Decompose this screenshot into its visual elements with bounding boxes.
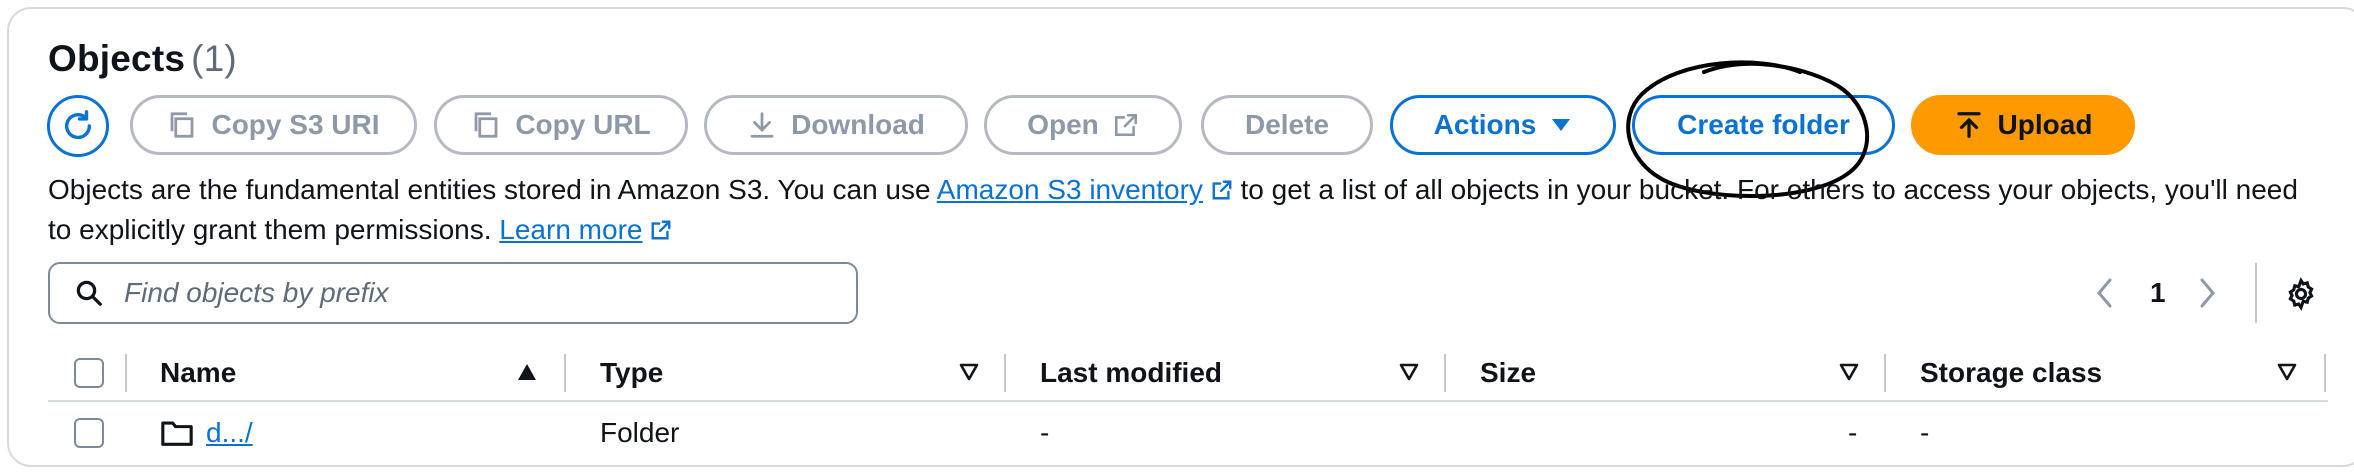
sort-icon[interactable] xyxy=(958,362,980,382)
column-divider xyxy=(1884,354,1886,392)
current-page[interactable]: 1 xyxy=(2150,277,2166,309)
delete-button[interactable]: Delete xyxy=(1201,95,1373,155)
size-cell: - xyxy=(1848,417,1858,448)
pager-divider xyxy=(2255,263,2257,323)
column-divider xyxy=(564,354,566,392)
column-divider xyxy=(125,354,127,392)
row-checkbox[interactable] xyxy=(74,418,104,448)
chevron-left-icon[interactable] xyxy=(2094,276,2116,310)
name-cell: d.../ xyxy=(160,408,253,458)
open-label: Open xyxy=(1027,109,1099,140)
copy-url-button[interactable]: Copy URL xyxy=(434,95,688,155)
inventory-link[interactable]: Amazon S3 inventory xyxy=(937,174,1203,205)
column-divider xyxy=(1444,354,1446,392)
objects-count: (1) xyxy=(191,38,237,79)
external-link-icon xyxy=(1114,113,1137,137)
column-header-name[interactable]: Name xyxy=(160,348,236,398)
objects-description: Objects are the fundamental entities sto… xyxy=(48,170,2318,250)
delete-label: Delete xyxy=(1244,109,1330,140)
column-header-last-modified[interactable]: Last modified xyxy=(1040,348,1222,398)
column-header-type[interactable]: Type xyxy=(600,348,663,398)
folder-icon xyxy=(161,421,193,446)
upload-button[interactable]: Upload xyxy=(1911,95,2135,155)
column-header-storage-class[interactable]: Storage class xyxy=(1920,348,2102,398)
table-header: Name Type Last modified Size Storage cla… xyxy=(48,348,2328,402)
learn-more-link[interactable]: Learn more xyxy=(499,214,642,245)
refresh-button[interactable] xyxy=(47,95,109,157)
actions-dropdown[interactable]: Actions xyxy=(1390,95,1616,155)
copy-icon xyxy=(171,112,194,138)
chevron-right-icon[interactable] xyxy=(2196,276,2218,310)
copy-s3-uri-button[interactable]: Copy S3 URI xyxy=(130,95,417,155)
upload-label: Upload xyxy=(1997,109,2093,140)
type-cell: Folder xyxy=(600,417,680,448)
create-folder-button[interactable]: Create folder xyxy=(1632,95,1895,155)
search-input[interactable]: Find objects by prefix xyxy=(48,262,858,324)
description-text-1: Objects are the fundamental entities sto… xyxy=(48,174,937,205)
external-link-icon[interactable] xyxy=(1211,179,1233,201)
copy-icon xyxy=(474,112,498,138)
select-all-checkbox[interactable] xyxy=(74,358,104,388)
folder-link[interactable]: d.../ xyxy=(206,417,253,449)
search-placeholder: Find objects by prefix xyxy=(124,277,389,308)
pagination: 1 xyxy=(2094,268,2218,318)
column-divider xyxy=(1004,354,1006,392)
copy-s3-uri-label: Copy S3 URI xyxy=(211,109,380,140)
last-modified-cell: - xyxy=(1040,417,1050,448)
download-label: Download xyxy=(791,109,925,140)
table-row: d.../ Folder - - - xyxy=(48,408,2328,460)
actions-label: Actions xyxy=(1433,109,1537,140)
caret-down-icon xyxy=(1552,119,1571,131)
sort-ascending-icon[interactable] xyxy=(516,362,538,382)
copy-url-label: Copy URL xyxy=(515,109,651,140)
sort-icon[interactable] xyxy=(1838,362,1860,382)
column-header-size[interactable]: Size xyxy=(1480,348,1536,398)
column-divider xyxy=(2324,354,2326,392)
storage-class-cell: - xyxy=(1920,417,1930,448)
sort-icon[interactable] xyxy=(1398,362,1420,382)
objects-title: Objects xyxy=(48,38,186,79)
refresh-icon xyxy=(64,110,92,140)
upload-icon xyxy=(1956,112,1981,138)
page-title: Objects (1) xyxy=(48,38,237,80)
search-icon xyxy=(76,280,102,306)
create-folder-label: Create folder xyxy=(1677,109,1850,140)
external-link-icon[interactable] xyxy=(650,219,672,241)
download-button[interactable]: Download xyxy=(704,95,968,155)
gear-icon[interactable] xyxy=(2284,277,2318,311)
sort-icon[interactable] xyxy=(2276,362,2298,382)
open-button[interactable]: Open xyxy=(984,95,1182,155)
download-icon xyxy=(750,112,774,138)
